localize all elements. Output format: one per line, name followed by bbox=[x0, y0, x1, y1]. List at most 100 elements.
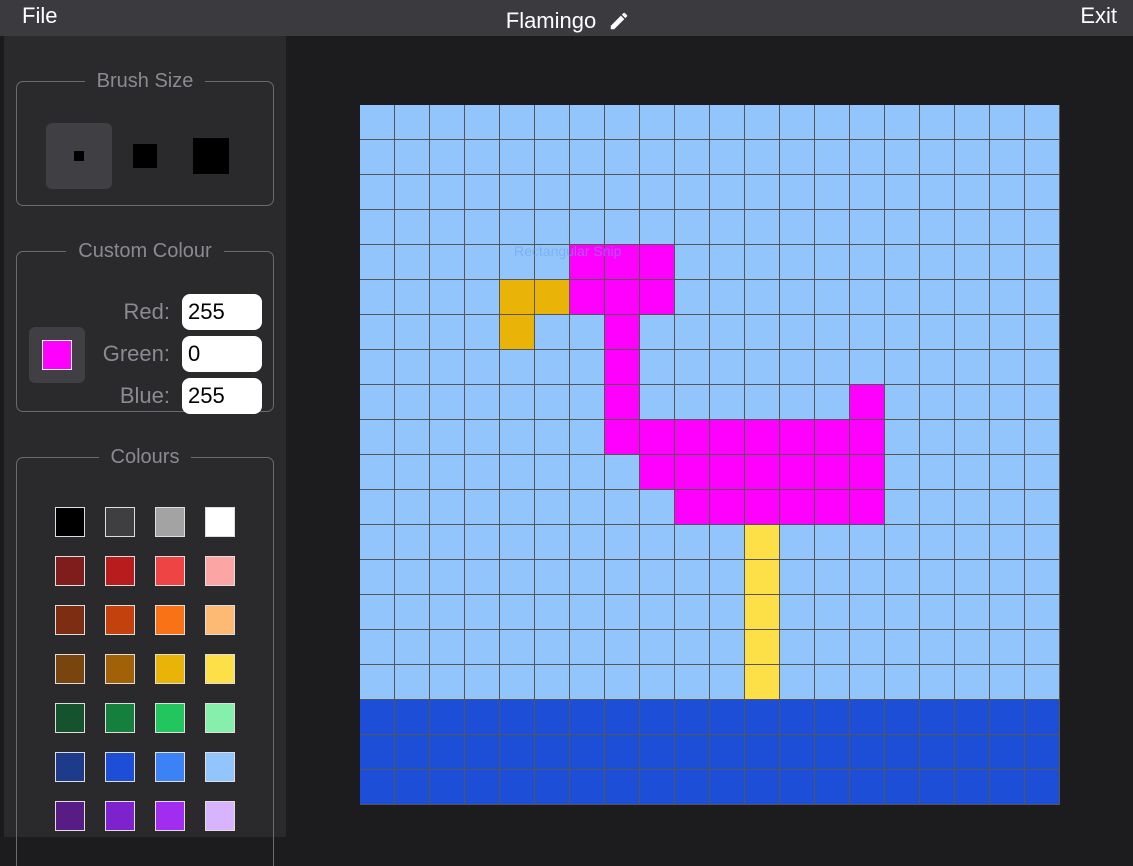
pixel-cell[interactable] bbox=[955, 560, 990, 595]
pixel-cell[interactable] bbox=[885, 770, 920, 805]
pixel-cell[interactable] bbox=[640, 735, 675, 770]
pixel-cell[interactable] bbox=[815, 595, 850, 630]
pixel-cell[interactable] bbox=[360, 420, 395, 455]
pixel-cell[interactable] bbox=[1025, 700, 1060, 735]
pixel-cell[interactable] bbox=[500, 595, 535, 630]
pixel-cell[interactable] bbox=[815, 210, 850, 245]
pixel-cell[interactable] bbox=[920, 560, 955, 595]
palette-swatch[interactable] bbox=[155, 556, 185, 586]
pixel-cell[interactable] bbox=[885, 210, 920, 245]
pixel-cell[interactable] bbox=[570, 455, 605, 490]
pixel-cell[interactable] bbox=[710, 140, 745, 175]
pixel-cell[interactable] bbox=[920, 210, 955, 245]
pixel-cell[interactable] bbox=[395, 105, 430, 140]
palette-swatch[interactable] bbox=[105, 703, 135, 733]
pixel-cell[interactable] bbox=[885, 490, 920, 525]
pixel-cell[interactable] bbox=[710, 525, 745, 560]
pixel-cell[interactable] bbox=[780, 420, 815, 455]
pixel-cell[interactable] bbox=[675, 700, 710, 735]
pixel-cell[interactable] bbox=[535, 595, 570, 630]
pixel-cell[interactable] bbox=[1025, 525, 1060, 560]
pixel-cell[interactable] bbox=[640, 210, 675, 245]
pixel-cell[interactable] bbox=[640, 665, 675, 700]
pixel-cell[interactable] bbox=[990, 420, 1025, 455]
pixel-cell[interactable] bbox=[360, 700, 395, 735]
pixel-cell[interactable] bbox=[885, 385, 920, 420]
pixel-cell[interactable] bbox=[395, 455, 430, 490]
pixel-cell[interactable] bbox=[745, 140, 780, 175]
pixel-cell[interactable] bbox=[500, 105, 535, 140]
pixel-cell[interactable] bbox=[675, 105, 710, 140]
pixel-cell[interactable] bbox=[500, 700, 535, 735]
pixel-cell[interactable] bbox=[500, 315, 535, 350]
palette-swatch[interactable] bbox=[55, 703, 85, 733]
pixel-cell[interactable] bbox=[920, 245, 955, 280]
pixel-cell[interactable] bbox=[850, 140, 885, 175]
pixel-cell[interactable] bbox=[955, 735, 990, 770]
pixel-cell[interactable] bbox=[850, 175, 885, 210]
pixel-cell[interactable] bbox=[640, 315, 675, 350]
pixel-cell[interactable] bbox=[360, 490, 395, 525]
pixel-cell[interactable] bbox=[605, 280, 640, 315]
pixel-cell[interactable] bbox=[430, 700, 465, 735]
pixel-cell[interactable] bbox=[1025, 420, 1060, 455]
pixel-cell[interactable] bbox=[885, 735, 920, 770]
pixel-cell[interactable] bbox=[885, 455, 920, 490]
pixel-cell[interactable] bbox=[885, 140, 920, 175]
pixel-cell[interactable] bbox=[570, 140, 605, 175]
pixel-cell[interactable] bbox=[395, 245, 430, 280]
pixel-cell[interactable] bbox=[570, 735, 605, 770]
pixel-cell[interactable] bbox=[605, 140, 640, 175]
pixel-cell[interactable] bbox=[430, 385, 465, 420]
pixel-cell[interactable] bbox=[745, 665, 780, 700]
pixel-cell[interactable] bbox=[570, 595, 605, 630]
pixel-cell[interactable] bbox=[675, 385, 710, 420]
pixel-cell[interactable] bbox=[500, 630, 535, 665]
pixel-cell[interactable] bbox=[955, 245, 990, 280]
pixel-cell[interactable] bbox=[815, 315, 850, 350]
pixel-cell[interactable] bbox=[850, 385, 885, 420]
pixel-cell[interactable] bbox=[360, 595, 395, 630]
pixel-cell[interactable] bbox=[850, 210, 885, 245]
pixel-cell[interactable] bbox=[640, 140, 675, 175]
pixel-cell[interactable] bbox=[430, 595, 465, 630]
palette-swatch[interactable] bbox=[105, 654, 135, 684]
custom-colour-swatch[interactable] bbox=[29, 327, 85, 383]
palette-swatch[interactable] bbox=[205, 801, 235, 831]
pixel-cell[interactable] bbox=[605, 175, 640, 210]
pixel-cell[interactable] bbox=[920, 420, 955, 455]
pixel-grid[interactable] bbox=[360, 105, 1060, 805]
pixel-cell[interactable] bbox=[815, 175, 850, 210]
pixel-cell[interactable] bbox=[675, 560, 710, 595]
palette-swatch[interactable] bbox=[205, 507, 235, 537]
pixel-cell[interactable] bbox=[535, 665, 570, 700]
pixel-cell[interactable] bbox=[955, 490, 990, 525]
pixel-cell[interactable] bbox=[570, 490, 605, 525]
pixel-cell[interactable] bbox=[815, 105, 850, 140]
pixel-cell[interactable] bbox=[360, 560, 395, 595]
pixel-cell[interactable] bbox=[1025, 210, 1060, 245]
pixel-cell[interactable] bbox=[605, 735, 640, 770]
pixel-cell[interactable] bbox=[570, 175, 605, 210]
pixel-cell[interactable] bbox=[955, 630, 990, 665]
pixel-cell[interactable] bbox=[675, 455, 710, 490]
pixel-cell[interactable] bbox=[430, 175, 465, 210]
pixel-cell[interactable] bbox=[605, 770, 640, 805]
pixel-cell[interactable] bbox=[640, 595, 675, 630]
pixel-cell[interactable] bbox=[710, 350, 745, 385]
pixel-cell[interactable] bbox=[710, 770, 745, 805]
palette-swatch[interactable] bbox=[105, 605, 135, 635]
pixel-cell[interactable] bbox=[1025, 175, 1060, 210]
pixel-cell[interactable] bbox=[990, 105, 1025, 140]
exit-button[interactable]: Exit bbox=[1080, 3, 1117, 29]
pixel-cell[interactable] bbox=[710, 175, 745, 210]
pixel-cell[interactable] bbox=[710, 280, 745, 315]
pixel-cell[interactable] bbox=[745, 315, 780, 350]
pixel-cell[interactable] bbox=[745, 210, 780, 245]
pixel-cell[interactable] bbox=[955, 210, 990, 245]
pixel-cell[interactable] bbox=[360, 770, 395, 805]
pixel-cell[interactable] bbox=[885, 525, 920, 560]
pencil-icon[interactable] bbox=[608, 10, 630, 32]
pixel-cell[interactable] bbox=[920, 700, 955, 735]
blue-input[interactable] bbox=[182, 378, 262, 414]
